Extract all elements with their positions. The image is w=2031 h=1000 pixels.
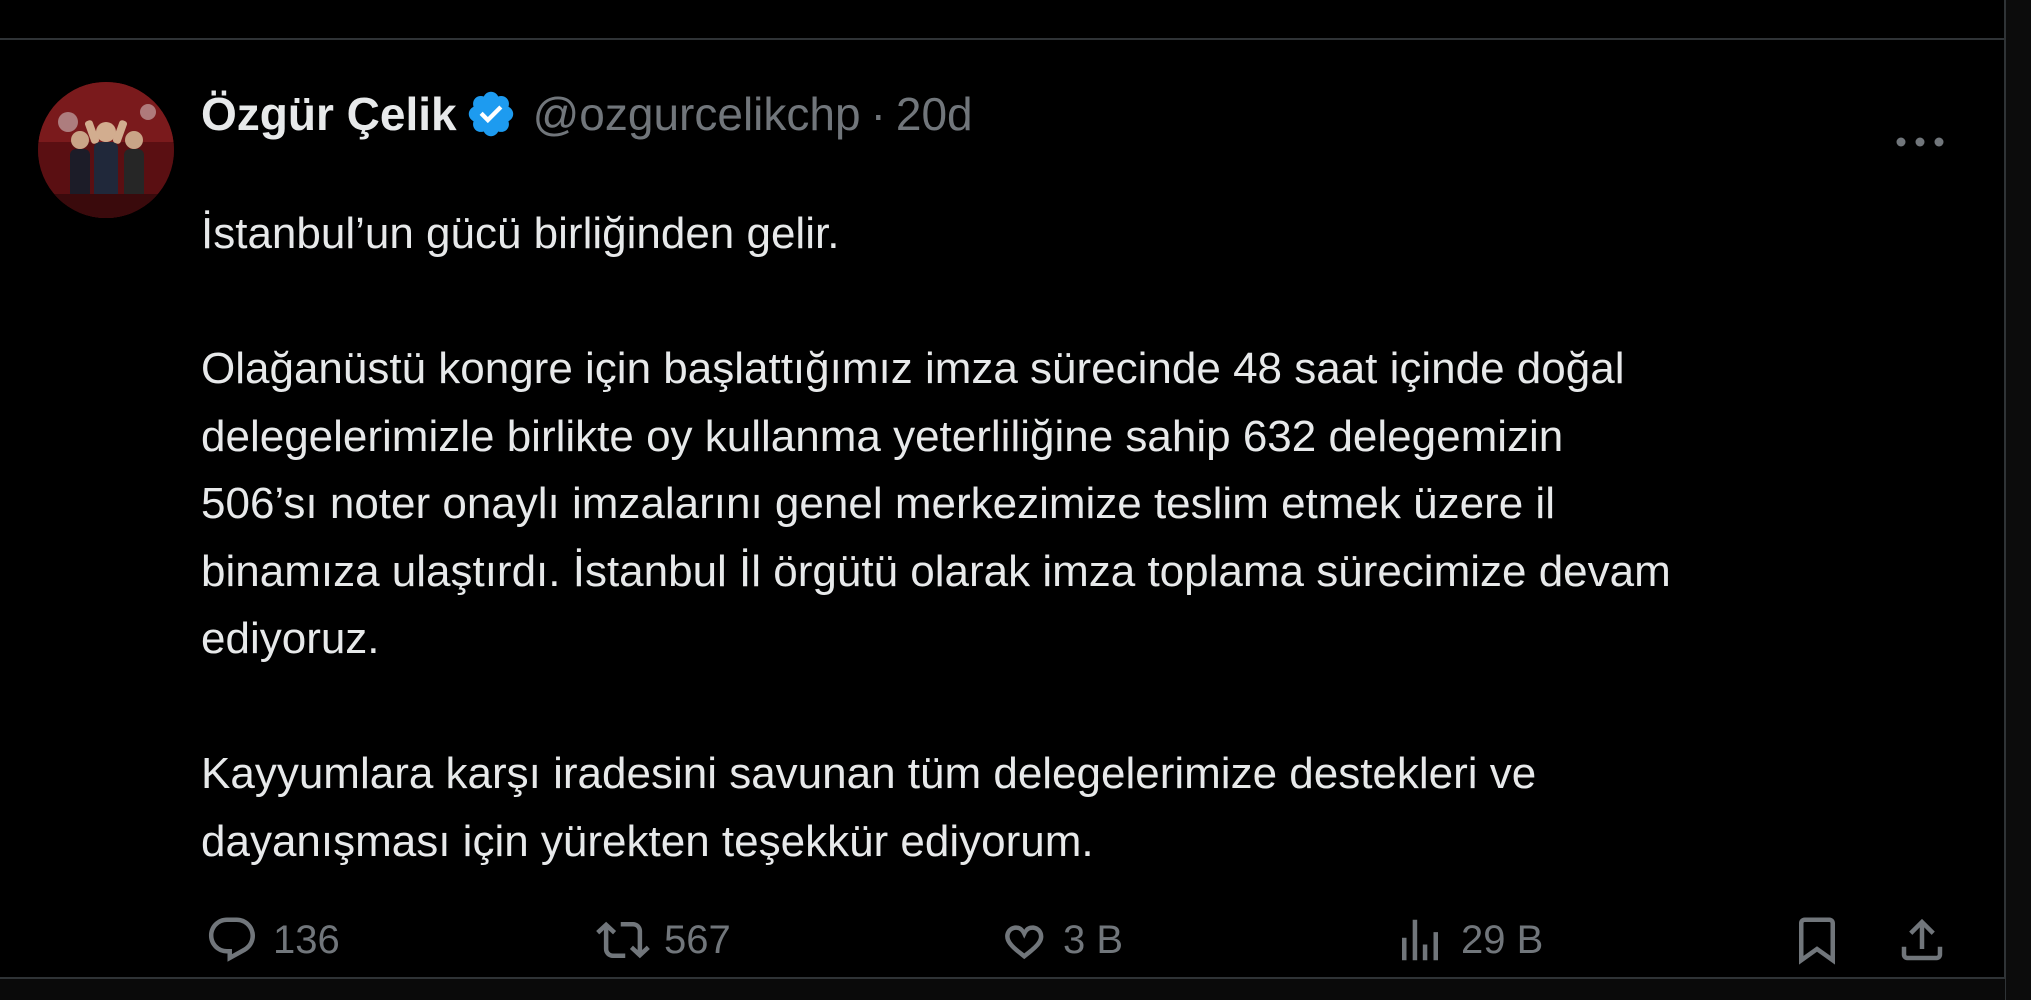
bookmark-button[interactable] [1790,900,1844,980]
views-icon [1393,913,1447,967]
reply-count: 136 [273,917,340,962]
separator-dot: · [870,88,886,140]
repost-button[interactable]: 567 [596,900,731,980]
author-handle[interactable]: @ozgurcelikchp [533,84,861,144]
tweet-text: İstanbul’un gücü birliğinden gelir. Olağ… [201,200,1981,875]
timestamp[interactable]: 20d [896,84,973,144]
like-count: 3 B [1063,917,1124,962]
action-bar: 136 567 3 B 29 B [0,900,2004,980]
scrollbar-track[interactable] [2006,0,2031,1000]
reply-button[interactable]: 136 [205,900,340,980]
views-button[interactable]: 29 B [1393,900,1543,980]
repost-count: 567 [664,917,731,962]
avatar[interactable] [38,82,174,218]
heart-icon [995,913,1049,967]
reply-icon [205,913,259,967]
tweet-paragraph: Olağanüstü kongre için başlattığımız imz… [201,344,1671,663]
tweet-paragraph: Kayyumlara karşı iradesini savunan tüm d… [201,749,1537,866]
views-count: 29 B [1461,917,1544,962]
author-name[interactable]: Özgür Çelik [201,84,457,144]
share-icon [1895,913,1949,967]
more-options-icon[interactable] [1893,132,1947,152]
like-button[interactable]: 3 B [995,900,1123,980]
repost-icon [596,913,650,967]
avatar-photo-icon [38,82,174,218]
tweet-paragraph: İstanbul’un gücü birliğinden gelir. [201,209,840,258]
bookmark-icon [1790,913,1844,967]
tweet[interactable]: Özgür Çelik @ozgurcelikchp · 20d İstanbu… [0,40,2004,977]
share-button[interactable] [1895,900,1949,980]
bottom-strip [0,979,2005,1000]
tweet-header: Özgür Çelik @ozgurcelikchp · 20d [201,84,973,144]
verified-badge-icon[interactable] [465,88,517,140]
